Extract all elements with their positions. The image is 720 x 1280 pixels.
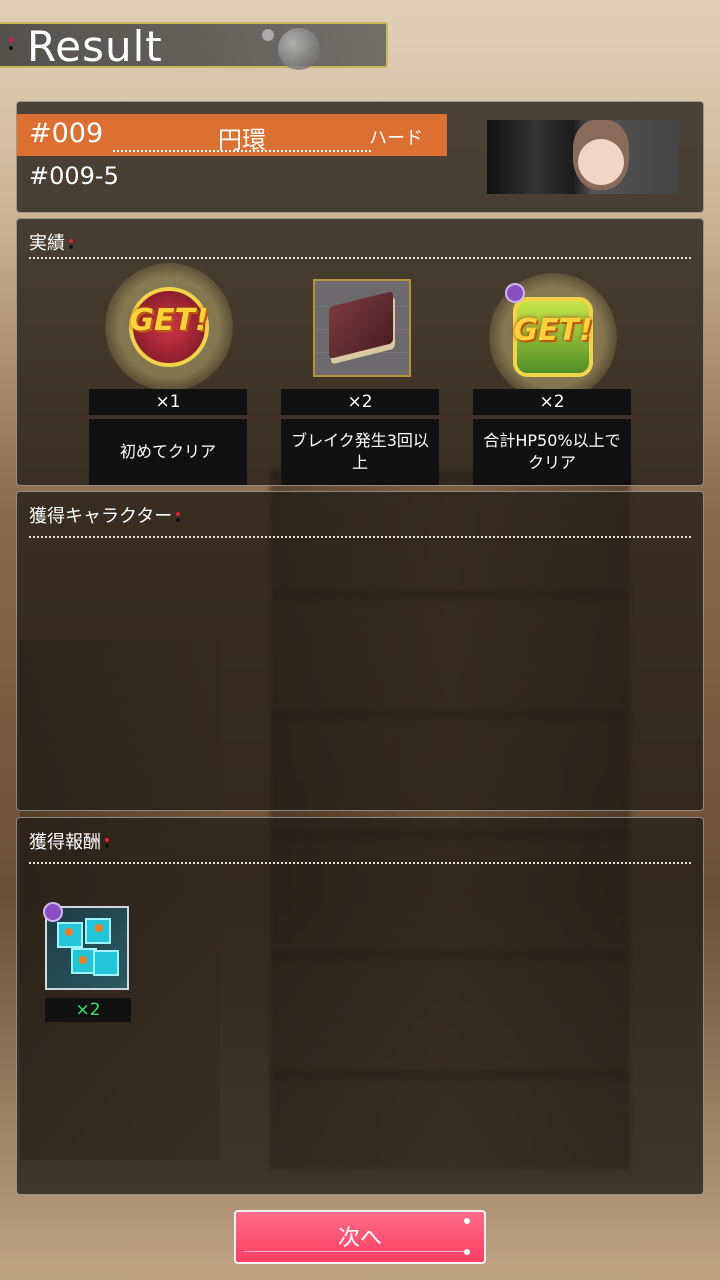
- decor-orb-small: [262, 29, 274, 41]
- stage-panel: #009 円環 ハード #009-5: [16, 101, 704, 213]
- stage-sub-id: #009-5: [29, 162, 119, 190]
- get-stamp: GET!: [129, 303, 209, 338]
- result-header: Result: [0, 22, 388, 71]
- button-underline: [244, 1251, 466, 1252]
- rewards-panel: 獲得報酬 ×2: [16, 817, 704, 1195]
- next-button[interactable]: 次へ: [234, 1210, 486, 1264]
- book-icon: [313, 279, 411, 377]
- achievement-item: GET! ×1 初めてクリア: [89, 259, 247, 485]
- button-dot: [464, 1218, 470, 1224]
- stage-name: 円環: [113, 120, 371, 154]
- achievements-panel: 実績 GET! ×1 初めてクリア ×2 ブレイク発生3回以上 GET! ×2 …: [16, 218, 704, 486]
- characters-title: 獲得キャラクター: [29, 502, 181, 528]
- ruby-gem-icon: GET!: [105, 263, 233, 391]
- rarity-badge-icon: [43, 902, 63, 922]
- page-title: Result: [27, 22, 163, 71]
- reward-item[interactable]: ×2: [43, 902, 131, 1022]
- achievement-item: ×2 ブレイク発生3回以上: [281, 259, 439, 485]
- achievement-label: 初めてクリア: [89, 419, 247, 485]
- button-dot: [464, 1249, 470, 1255]
- stage-thumbnail: [487, 120, 679, 194]
- rewards-title: 獲得報酬: [29, 828, 109, 854]
- reward-count: ×2: [45, 998, 131, 1022]
- character-face-image: [573, 120, 629, 190]
- characters-panel: 獲得キャラクター: [16, 491, 704, 811]
- section-marker-icon: [69, 237, 73, 251]
- stage-number: #009: [29, 118, 104, 149]
- section-marker-icon: [105, 836, 109, 850]
- decor-orb: [278, 28, 320, 70]
- get-stamp: GET!: [513, 313, 593, 348]
- section-divider: [29, 862, 691, 864]
- achievement-count: ×1: [89, 389, 247, 415]
- achievement-label: ブレイク発生3回以上: [281, 419, 439, 485]
- achievement-count: ×2: [281, 389, 439, 415]
- rarity-badge-icon: [505, 283, 525, 303]
- stage-bar: #009 円環 ハード: [17, 114, 447, 156]
- achievement-label: 合計HP50%以上でクリア: [473, 419, 631, 485]
- section-divider: [29, 536, 691, 538]
- achievement-count: ×2: [473, 389, 631, 415]
- achievement-item: GET! ×2 合計HP50%以上でクリア: [473, 259, 631, 485]
- stage-difficulty: ハード: [369, 128, 423, 149]
- next-button-label: 次へ: [337, 1226, 382, 1251]
- header-marker-icon: [9, 38, 13, 52]
- achievements-title: 実績: [29, 229, 73, 255]
- section-marker-icon: [176, 510, 181, 524]
